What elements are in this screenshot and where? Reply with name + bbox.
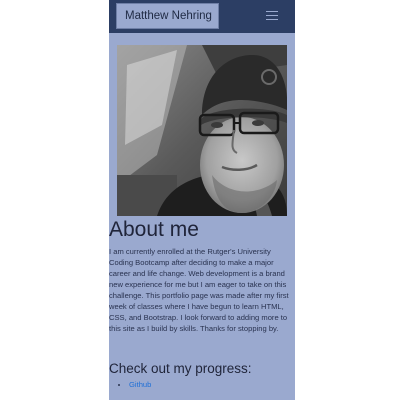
mobile-page: Matthew Nehring About me I am currently … xyxy=(109,0,295,400)
hamburger-icon-line xyxy=(266,15,278,16)
github-link[interactable]: Github xyxy=(129,380,151,389)
navbar-toggler-button[interactable] xyxy=(263,7,285,25)
progress-links-list: Github xyxy=(109,379,151,391)
list-item: Github xyxy=(129,379,151,391)
about-heading: About me xyxy=(109,218,199,241)
navbar-brand[interactable]: Matthew Nehring xyxy=(116,3,219,29)
progress-heading: Check out my progress: xyxy=(109,361,252,376)
profile-photo xyxy=(117,45,287,216)
hamburger-icon xyxy=(266,11,278,12)
navbar: Matthew Nehring xyxy=(109,0,295,33)
portrait-photo-icon xyxy=(117,45,287,216)
hamburger-icon-line xyxy=(266,19,278,20)
bio-paragraph: I am currently enrolled at the Rutger's … xyxy=(109,247,289,333)
